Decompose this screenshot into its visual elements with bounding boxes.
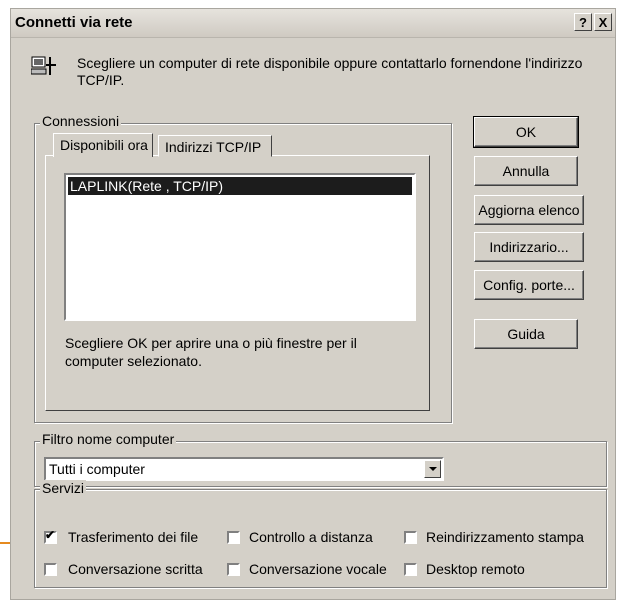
checkbox-reindirizzamento[interactable] [404,531,417,544]
checkbox-label: Controllo a distanza [249,529,373,545]
tab-disponibili-ora[interactable]: Disponibili ora [53,133,153,157]
aggiorna-elenco-button[interactable]: Aggiorna elenco [474,195,584,225]
checkbox-label: Desktop remoto [426,561,525,577]
window-title: Connetti via rete [15,14,133,31]
filtro-combo[interactable]: Tutti i computer [44,457,444,481]
connetti-via-rete-dialog: Connetti via rete ? X Scegliere un compu… [10,8,616,600]
checkbox-controllo[interactable] [227,531,240,544]
computer-list[interactable]: LAPLINK(Rete , TCP/IP) [64,173,416,321]
connessioni-label: Connessioni [40,113,122,129]
annulla-button[interactable]: Annulla [474,156,578,186]
title-bar: Connetti via rete ? X [11,9,615,38]
filtro-label: Filtro nome computer [40,431,177,447]
intro-text: Scegliere un computer di rete disponibil… [77,55,583,88]
checkbox-trasferimento[interactable] [44,528,57,544]
network-computer-icon [31,56,56,75]
checkbox-desktop-remoto[interactable] [404,563,417,576]
config-porte-button[interactable]: Config. porte... [474,270,584,300]
filtro-value: Tutti i computer [49,461,145,477]
close-button[interactable]: X [594,13,612,31]
checkbox-conv-vocale[interactable] [227,563,240,576]
checkbox-label: Trasferimento dei file [68,529,199,545]
help-button[interactable]: ? [574,13,592,31]
checkbox-label: Conversazione scritta [68,561,203,577]
checkbox-label: Reindirizzamento stampa [426,529,584,545]
servizi-label: Servizi [40,480,87,496]
hint-text: Scegliere OK per aprire una o più finest… [65,335,357,369]
list-item[interactable]: LAPLINK(Rete , TCP/IP) [68,177,412,195]
chevron-down-icon[interactable] [424,460,441,478]
tab-indirizzi-tcpip[interactable]: Indirizzi TCP/IP [158,135,272,157]
checkbox-label: Conversazione vocale [249,561,387,577]
guida-button[interactable]: Guida [474,319,578,349]
ok-button[interactable]: OK [473,116,579,148]
checkbox-conv-scritta[interactable] [44,563,57,576]
indirizzario-button[interactable]: Indirizzario... [474,232,584,262]
